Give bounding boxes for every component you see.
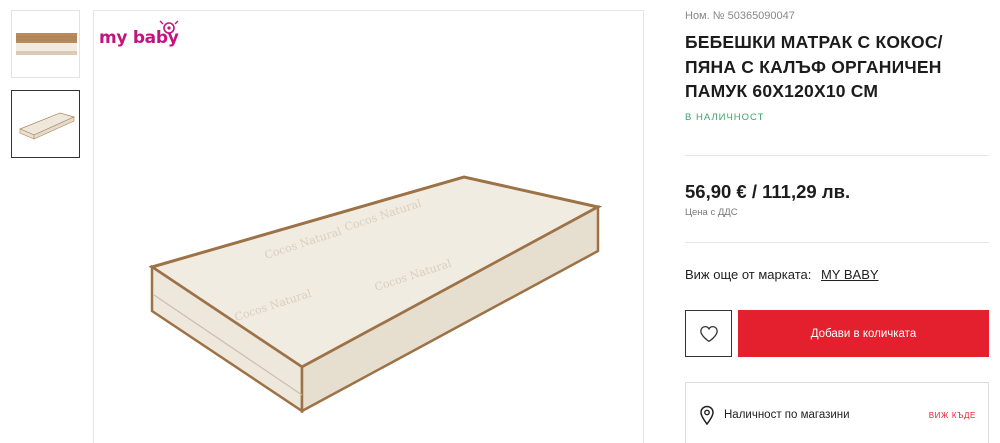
see-where-link[interactable]: ВИЖ КЪДЕ — [929, 411, 976, 420]
store-availability-label: Наличност по магазини — [724, 409, 850, 421]
product-title: БЕБЕШКИ МАТРАК С КОКОС/ ПЯНА С КАЛЪФ ОРГ… — [685, 32, 943, 101]
brand-more-row: Виж още от марката: MY BABY — [685, 267, 879, 282]
wishlist-button[interactable] — [685, 310, 732, 357]
logo-pacifier-icon — [159, 20, 179, 34]
mattress-image: Cocos Natural Cocos Natural Cocos Natura… — [148, 175, 603, 414]
divider — [685, 155, 989, 156]
divider — [685, 242, 989, 243]
location-pin-icon — [700, 405, 714, 425]
heart-icon — [699, 325, 718, 342]
vat-note: Цена с ДДС — [685, 207, 738, 218]
product-price: 56,90 € / 111,29 лв. — [685, 181, 851, 202]
thumbnail-image — [16, 33, 77, 55]
main-product-image[interactable]: my baby Cocos Natural Cocos Natural Coco… — [93, 10, 644, 443]
store-availability-panel[interactable]: Наличност по магазини ВИЖ КЪДЕ — [685, 382, 989, 443]
thumbnail-cross-section[interactable] — [11, 10, 80, 78]
add-to-cart-button[interactable]: Добави в количката — [738, 310, 989, 357]
brand-more-label: Виж още от марката: — [685, 267, 812, 282]
stock-status: В НАЛИЧНОСТ — [685, 112, 765, 123]
product-sku: Ном. № 50365090047 — [685, 10, 795, 22]
brand-link[interactable]: MY BABY — [821, 267, 879, 282]
brand-logo: my baby — [99, 20, 179, 48]
thumbnail-full-view[interactable] — [11, 90, 80, 158]
thumbnail-image — [18, 112, 76, 140]
